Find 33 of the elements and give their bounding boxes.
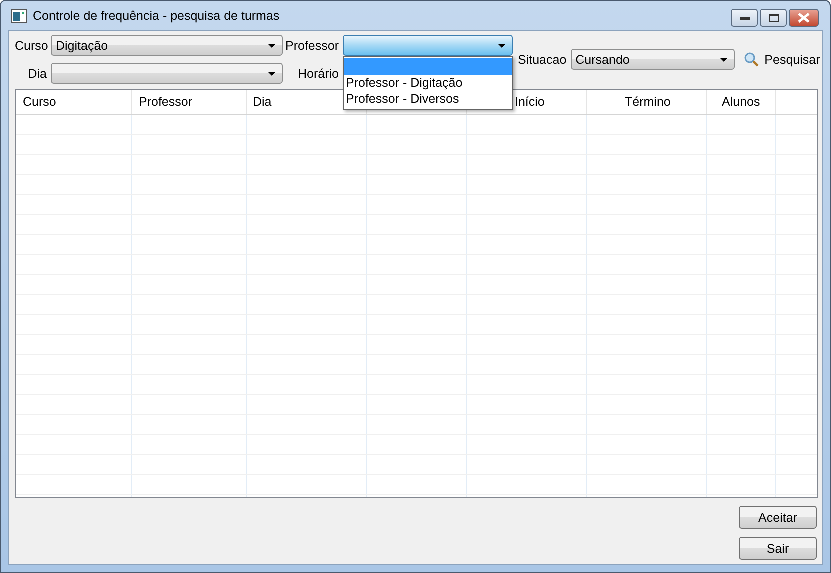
caret-icon (268, 44, 276, 48)
column-header[interactable]: Dia (253, 95, 272, 109)
close-icon (798, 13, 810, 23)
status-dropdown[interactable]: Cursando (570, 49, 735, 70)
dropdown-option[interactable]: Professor - Digitação (344, 75, 512, 91)
window-title: Controle de frequência - pesquisa de turmas (33, 8, 280, 22)
field-label: Dia (27, 66, 48, 80)
column-header[interactable]: Alunos (722, 95, 760, 109)
caret-icon (498, 44, 506, 48)
dropdown-option[interactable]: Professor - Diversos (344, 91, 512, 107)
column-header[interactable]: Professor (139, 95, 192, 109)
app-icon (11, 8, 27, 22)
action-button[interactable]: Sair (739, 537, 817, 560)
minimize-button[interactable] (731, 9, 758, 27)
field-label: Situacao (517, 52, 568, 66)
field-label: Professor (284, 38, 340, 52)
course-dropdown[interactable]: Digitação (51, 35, 283, 56)
caret-icon (720, 58, 728, 62)
search-button[interactable]: Pesquisar (734, 52, 820, 67)
day-dropdown[interactable] (51, 63, 283, 84)
caret-icon (268, 72, 276, 76)
field-label: Horário (297, 66, 340, 80)
field-label: Curso (15, 38, 50, 52)
column-header[interactable]: Início (515, 95, 545, 109)
column-header[interactable]: Curso (23, 95, 56, 109)
minimize-icon (740, 16, 750, 20)
maximize-icon (768, 14, 778, 22)
search-icon (744, 52, 759, 67)
action-button[interactable]: Aceitar (739, 506, 817, 529)
teacher-dropdown[interactable] (343, 35, 513, 56)
maximize-button[interactable] (760, 9, 787, 27)
close-button[interactable] (789, 9, 819, 27)
column-header[interactable]: Término (625, 95, 671, 109)
